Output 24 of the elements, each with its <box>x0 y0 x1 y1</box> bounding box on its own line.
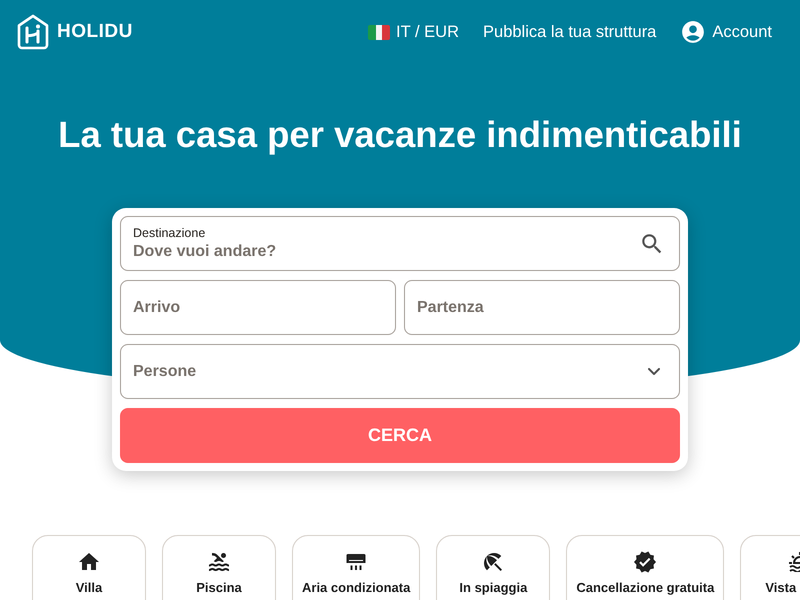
guests-select[interactable]: Persone <box>120 344 680 399</box>
field-label: Destinazione <box>133 226 206 240</box>
list-property-link[interactable]: Pubblica la tua struttura <box>483 22 656 42</box>
category-card[interactable]: Vista <box>740 535 800 600</box>
account-link[interactable]: Account <box>680 19 772 45</box>
category-card[interactable]: In spiaggia <box>436 535 550 600</box>
language-currency-link[interactable]: IT / EUR <box>368 22 460 42</box>
swimmer-icon <box>207 550 231 574</box>
hero-title: La tua casa per vacanze indimenticabili <box>57 113 743 157</box>
user-icon <box>680 19 706 45</box>
destination-field[interactable]: Destinazione Dove vuoi andare? <box>120 216 680 271</box>
category-card[interactable]: Aria condizionata <box>292 535 420 600</box>
logo-link[interactable]: HOLIDU <box>16 14 133 50</box>
logo-icon <box>16 14 50 50</box>
category-card[interactable]: Villa <box>32 535 146 600</box>
category-card[interactable]: Piscina <box>162 535 276 600</box>
verified-badge-icon <box>633 550 658 574</box>
check-in-field[interactable]: Arrivo <box>120 280 396 335</box>
flag-icon <box>368 24 390 40</box>
check-out-field[interactable]: Partenza <box>404 280 680 335</box>
air-conditioner-icon <box>346 553 366 571</box>
destination-input[interactable]: Dove vuoi andare? <box>133 243 631 261</box>
chevron-down-icon <box>648 368 660 376</box>
category-card[interactable]: Cancellazione gratuita <box>566 535 724 600</box>
